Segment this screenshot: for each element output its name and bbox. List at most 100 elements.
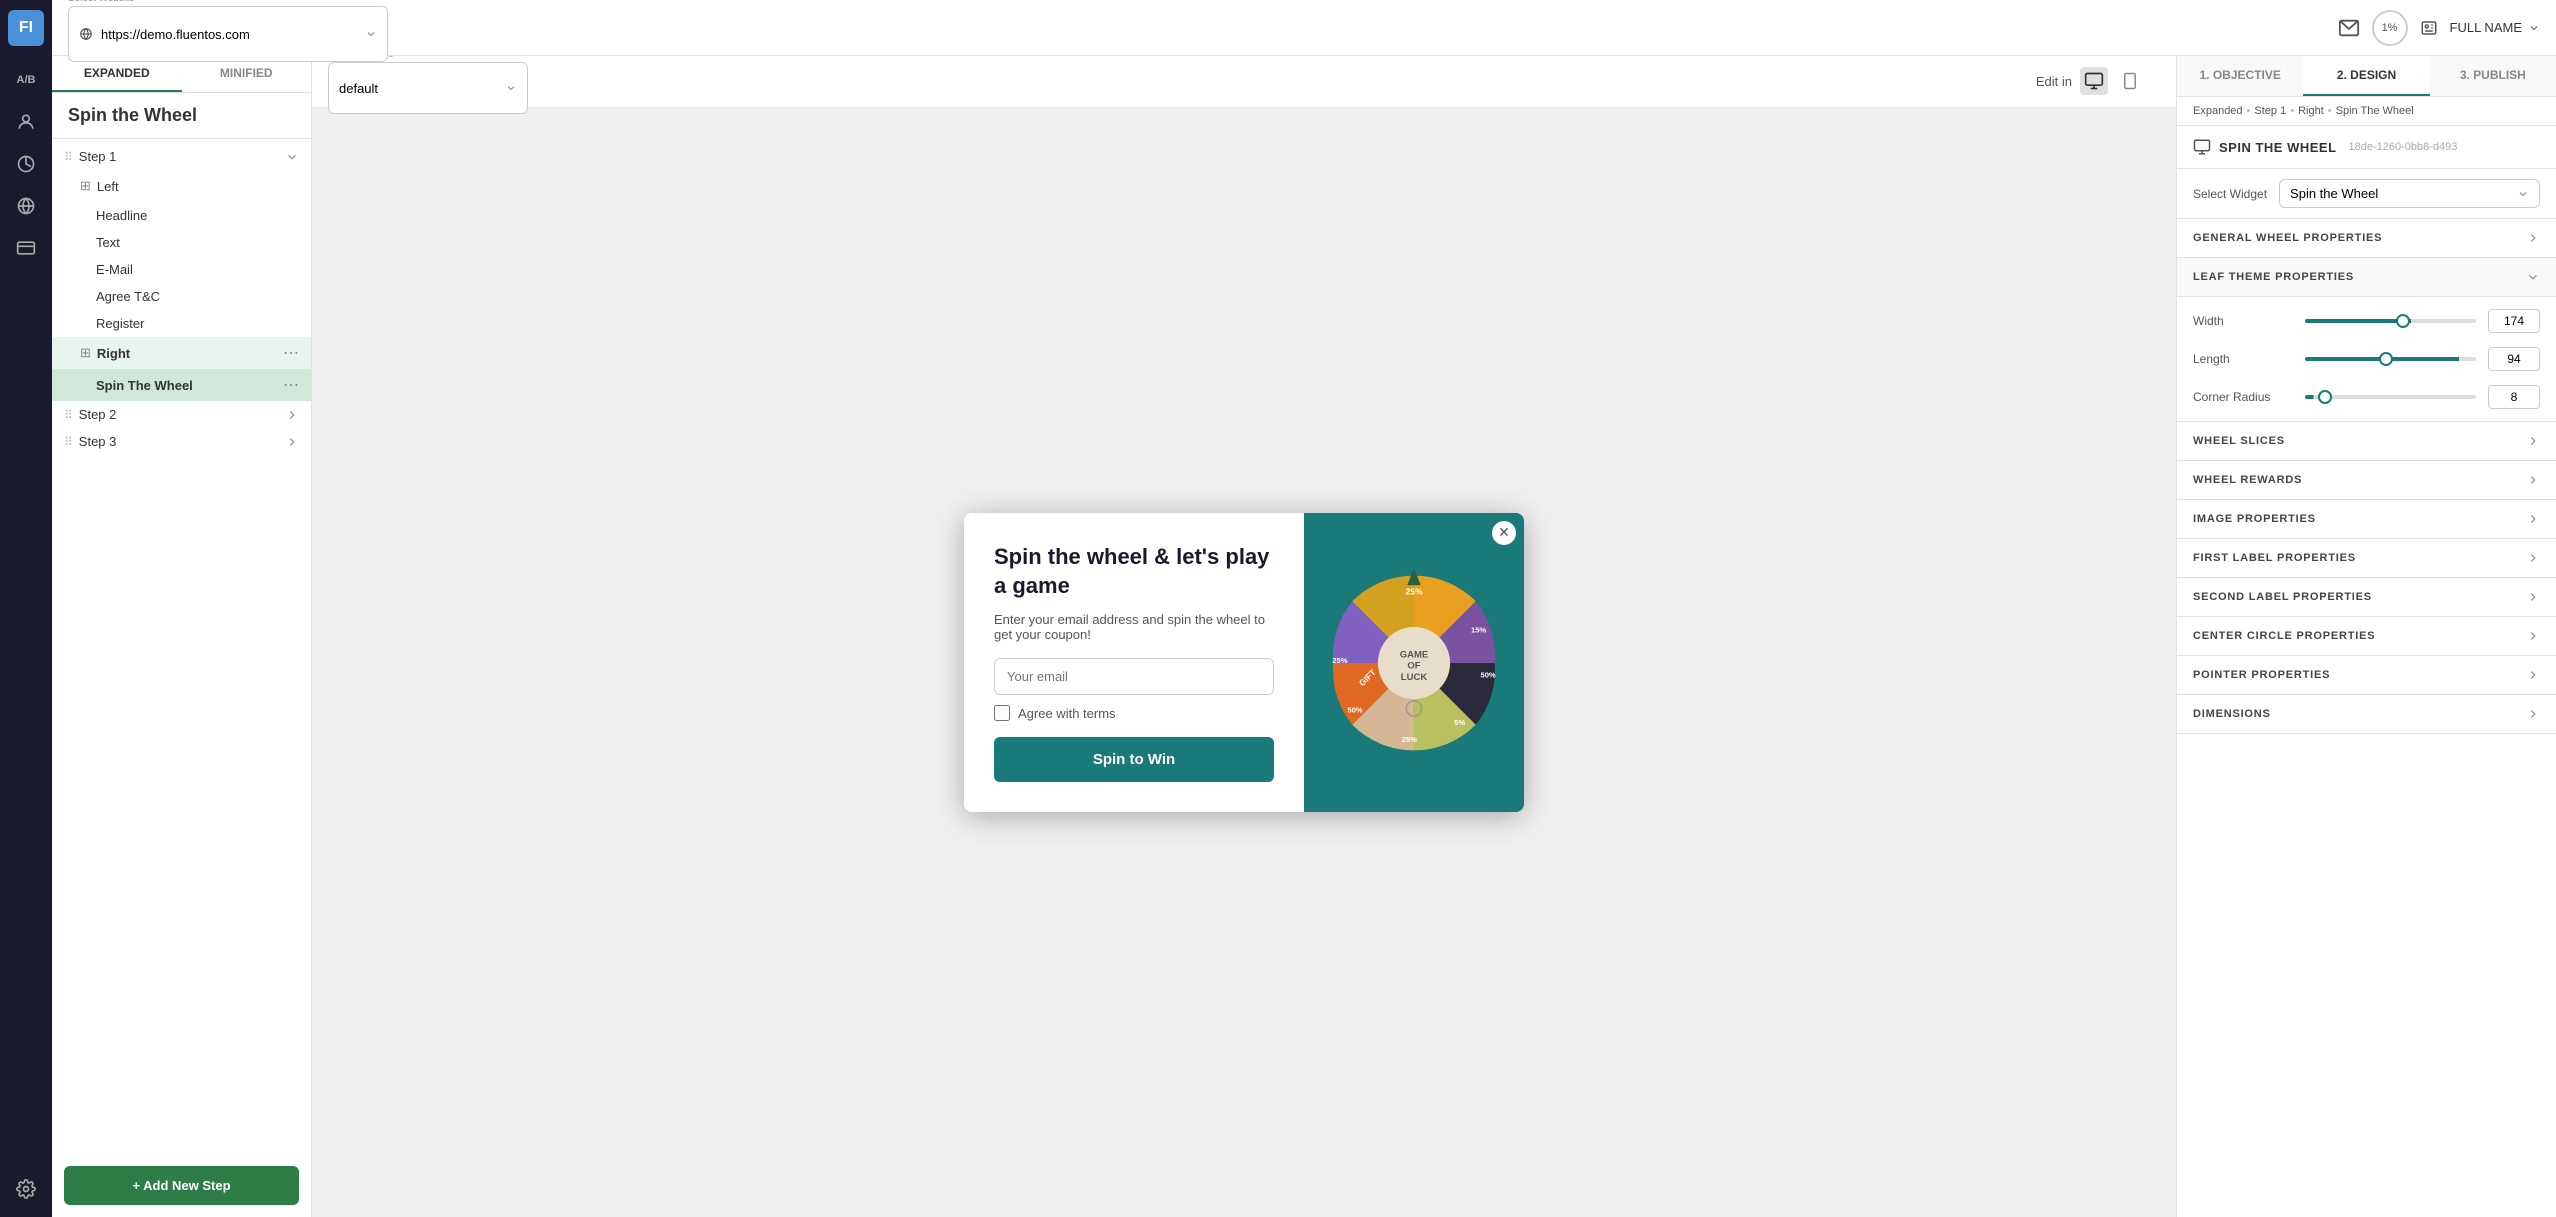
- wheel-center-line1: GAME: [1400, 649, 1429, 660]
- tree-label-step1: Step 1: [79, 149, 279, 164]
- popup-left: Spin the wheel & let's play a game Enter…: [964, 513, 1304, 812]
- nav-globe[interactable]: [8, 188, 44, 224]
- section-first-label[interactable]: FIRST LABEL PROPERTIES: [2177, 539, 2556, 578]
- dropdown-icon: [365, 28, 377, 40]
- nav-billing[interactable]: [8, 230, 44, 266]
- website-selector-wrap: Select Website https://demo.fluentos.com: [68, 0, 388, 62]
- prop-width-row: Width 174: [2193, 309, 2540, 333]
- more-spinthewheel[interactable]: ⋯: [283, 375, 299, 395]
- widget-select-dropdown[interactable]: Spin the Wheel: [2279, 179, 2540, 208]
- nav-settings[interactable]: [8, 1171, 44, 1207]
- corner-value-input[interactable]: 8: [2488, 385, 2540, 409]
- section-image-chevron: [2526, 512, 2540, 526]
- length-slider[interactable]: [2305, 357, 2476, 361]
- tree-item-email[interactable]: E-Mail: [52, 256, 311, 283]
- section-first-label-title: FIRST LABEL PROPERTIES: [2193, 552, 2356, 564]
- right-panel-tabs: 1. OBJECTIVE 2. DESIGN 3. PUBLISH: [2177, 56, 2556, 97]
- locale-selector[interactable]: default: [328, 62, 528, 114]
- popup-preview: Spin the wheel & let's play a game Enter…: [964, 513, 1524, 812]
- nav-users[interactable]: [8, 104, 44, 140]
- tree-label-agreetnc: Agree T&C: [96, 289, 299, 304]
- width-value-input[interactable]: 174: [2488, 309, 2540, 333]
- popup-title: Spin the wheel & let's play a game: [994, 543, 1274, 600]
- width-slider[interactable]: [2305, 319, 2476, 323]
- fullname-btn[interactable]: FULL NAME: [2450, 20, 2540, 35]
- wheel-pct-25b: 25%: [1402, 734, 1417, 743]
- drag-handle-step2: ⠿: [64, 408, 73, 422]
- tree-item-step2[interactable]: ⠿ Step 2: [52, 401, 311, 428]
- widget-select-value: Spin the Wheel: [2290, 186, 2378, 201]
- tree-label-register: Register: [96, 316, 299, 331]
- tree-item-spinthewheel[interactable]: Spin The Wheel ⋯: [52, 369, 311, 401]
- tree-item-agreetnc[interactable]: Agree T&C: [52, 283, 311, 310]
- tree-item-right[interactable]: ⊞ Right ⋯: [52, 337, 311, 369]
- mail-icon[interactable]: [2338, 17, 2360, 39]
- widget-header: SPIN THE WHEEL 18de-1260-0bb8-d493: [2177, 126, 2556, 169]
- wheel-center-line2: OF: [1407, 660, 1420, 671]
- corner-slider[interactable]: [2305, 395, 2476, 399]
- section-wheel-rewards[interactable]: WHEEL REWARDS: [2177, 461, 2556, 500]
- section-leaf-theme-title: LEAF THEME PROPERTIES: [2193, 271, 2354, 283]
- tree-label-spinthewheel: Spin The Wheel: [96, 378, 277, 393]
- locale-wrap: Current Locale default: [328, 56, 528, 114]
- add-step-button[interactable]: + Add New Step: [64, 1166, 299, 1205]
- desktop-device-btn[interactable]: [2080, 67, 2108, 95]
- popup-email-input[interactable]: [994, 658, 1274, 695]
- popup-description: Enter your email address and spin the wh…: [994, 612, 1274, 642]
- wheel-pct-50a: 50%: [1480, 670, 1495, 679]
- fullname-chevron-icon: [2528, 22, 2540, 34]
- section-image-props[interactable]: IMAGE PROPERTIES: [2177, 500, 2556, 539]
- section-leaf-theme[interactable]: LEAF THEME PROPERTIES: [2177, 258, 2556, 297]
- icon-sidebar: FI A/B: [0, 0, 52, 1217]
- tree-item-register[interactable]: Register: [52, 310, 311, 337]
- bc-right: Right: [2298, 105, 2324, 117]
- tree-label-text: Text: [96, 235, 299, 250]
- wheel-svg: GIFT 25% 15% 50% 5% 25% 50% 25%: [1319, 568, 1509, 758]
- mobile-device-btn[interactable]: [2116, 67, 2144, 95]
- agree-checkbox[interactable]: [994, 705, 1010, 721]
- section-leaf-chevron: [2526, 270, 2540, 284]
- section-wheel-slices[interactable]: WHEEL SLICES: [2177, 422, 2556, 461]
- tree-item-text[interactable]: Text: [52, 229, 311, 256]
- wheel-pct-50b: 50%: [1347, 705, 1362, 714]
- canvas-toolbar: Current Locale default Edit in: [312, 56, 2176, 108]
- section-dimensions[interactable]: DIMENSIONS: [2177, 695, 2556, 734]
- section-center-circle-title: CENTER CIRCLE PROPERTIES: [2193, 630, 2375, 642]
- column-icon-right: ⊞: [80, 345, 91, 361]
- canvas-viewport: Spin the wheel & let's play a game Enter…: [312, 108, 2176, 1217]
- chevron-right-step2: [285, 408, 299, 422]
- popup-close-btn[interactable]: ✕: [1492, 521, 1516, 545]
- tree-label-right: Right: [97, 346, 277, 361]
- globe-small-icon: [79, 27, 93, 41]
- tree-item-step1[interactable]: ⠿ Step 1: [52, 143, 311, 170]
- section-second-label[interactable]: SECOND LABEL PROPERTIES: [2177, 578, 2556, 617]
- tab-publish[interactable]: 3. PUBLISH: [2430, 56, 2556, 96]
- section-general-wheel[interactable]: GENERAL WHEEL PROPERTIES: [2177, 219, 2556, 258]
- nav-ab-test[interactable]: A/B: [8, 62, 44, 98]
- tree-item-step3[interactable]: ⠿ Step 3: [52, 428, 311, 455]
- prop-corner-slider-wrap: [2305, 395, 2476, 399]
- wheel-pct-25c: 25%: [1332, 656, 1347, 665]
- tab-design[interactable]: 2. DESIGN: [2303, 56, 2429, 96]
- left-panel: EXPANDED MINIFIED Spin the Wheel ⠿ Step …: [52, 56, 312, 1217]
- tree-container: ⠿ Step 1 ⊞ Left ⋯ Headline Text: [52, 139, 311, 1154]
- length-value-input[interactable]: 94: [2488, 347, 2540, 371]
- website-selector[interactable]: https://demo.fluentos.com: [68, 6, 388, 62]
- tree-item-headline[interactable]: Headline: [52, 202, 311, 229]
- canvas-area: Current Locale default Edit in: [312, 56, 2176, 1217]
- bc-spinthewheel: Spin The Wheel: [2336, 105, 2414, 117]
- tab-objective[interactable]: 1. OBJECTIVE: [2177, 56, 2303, 96]
- tree-item-left[interactable]: ⊞ Left ⋯: [52, 170, 311, 202]
- widget-id-label: 18de-1260-0bb8-d493: [2349, 141, 2458, 153]
- section-pointer-props[interactable]: POINTER PROPERTIES: [2177, 656, 2556, 695]
- nav-segments[interactable]: [8, 146, 44, 182]
- popup-checkbox-row: Agree with terms: [994, 705, 1274, 721]
- bc-step1: Step 1: [2254, 105, 2286, 117]
- section-center-circle[interactable]: CENTER CIRCLE PROPERTIES: [2177, 617, 2556, 656]
- more-right[interactable]: ⋯: [283, 343, 299, 363]
- chevron-down-step1: [285, 150, 299, 164]
- section-second-label-title: SECOND LABEL PROPERTIES: [2193, 591, 2372, 603]
- spin-button[interactable]: Spin to Win: [994, 737, 1274, 782]
- widget-select-row: Select Widget Spin the Wheel: [2177, 169, 2556, 219]
- tree-label-step2: Step 2: [79, 407, 279, 422]
